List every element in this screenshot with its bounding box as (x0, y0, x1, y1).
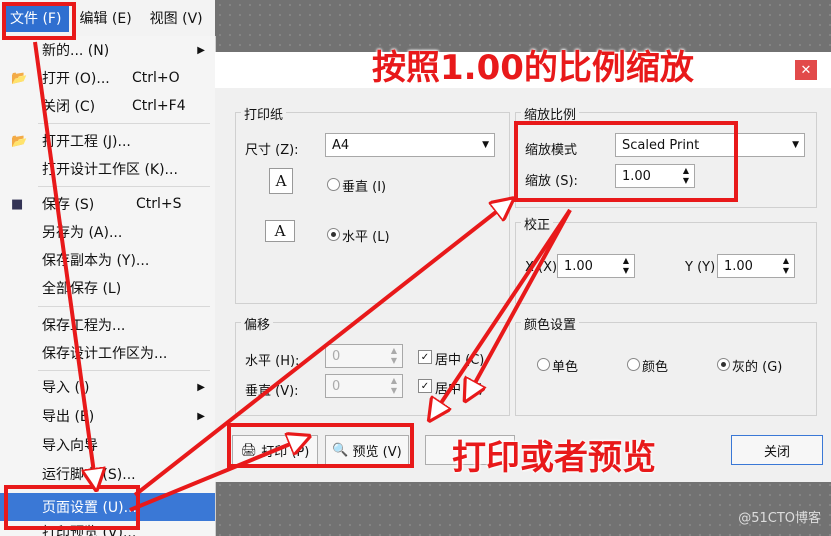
menu-item-import-wizard[interactable]: 导入向导 (0, 431, 215, 459)
menu-item-label: 新的... (N) (42, 43, 110, 59)
spin-arrows-icon[interactable]: ▲ ▼ (391, 346, 397, 366)
offset-group (235, 322, 510, 416)
menu-item-label: 保存 (S) (42, 197, 95, 213)
menu-item-label: 导入向导 (42, 438, 98, 454)
menu-item-open-project[interactable]: 📂 打开工程 (J)... (0, 127, 215, 155)
vertical-offset-value: 0 (332, 378, 341, 394)
shortcut-label: Ctrl+S (136, 196, 182, 212)
menu-item-label: 保存设计工作区为... (42, 346, 168, 362)
menu-item-import[interactable]: 导入 (I) ▶ (0, 373, 215, 401)
shortcut-label: Ctrl+O (132, 70, 180, 86)
menu-view[interactable]: 视图 (V) (142, 4, 211, 32)
menu-edit[interactable]: 编辑 (E) (71, 4, 139, 32)
mono-radio[interactable] (537, 358, 550, 371)
menu-item-label: 打开工程 (J)... (42, 134, 131, 150)
menu-separator (38, 186, 210, 187)
center-vertical-checkbox[interactable]: ✓ (418, 379, 432, 393)
chevron-down-icon: ▼ (792, 140, 799, 150)
x-value: 1.00 (564, 258, 593, 274)
mono-label: 单色 (552, 360, 579, 375)
vertical-offset-label: 垂直 (V): (245, 384, 299, 399)
horizontal-offset-spinbox[interactable]: 0 ▲ ▼ (325, 344, 403, 368)
watermark-text: @51CTO博客 (738, 511, 821, 526)
spin-arrows-icon[interactable]: ▲ ▼ (623, 256, 629, 276)
offset-group-title: 偏移 (241, 314, 274, 333)
correction-group-title: 校正 (521, 214, 554, 233)
folder-open-icon: 📂 (11, 70, 28, 86)
chevron-down-icon: ▼ (482, 140, 489, 150)
highlight-print-preview (227, 423, 414, 468)
center-vertical-label: 居中 (E) (435, 382, 484, 397)
menu-item-label: 保存工程为... (42, 318, 126, 334)
x-label: X (X) (525, 260, 558, 275)
gray-radio[interactable] (717, 358, 730, 371)
color-radio[interactable] (627, 358, 640, 371)
file-menu-dropdown: 新的... (N) ▶ 📂 打开 (O)... Ctrl+O 关闭 (C) Ct… (0, 36, 216, 536)
horizontal-offset-value: 0 (332, 348, 341, 364)
portrait-radio[interactable] (327, 178, 340, 191)
close-button[interactable]: 关闭 (731, 435, 823, 465)
x-spinbox[interactable]: 1.00 ▲ ▼ (557, 254, 635, 278)
menu-item-save-copy[interactable]: 保存副本为 (Y)... (0, 246, 215, 274)
menu-item-label: 另存为 (A)... (42, 225, 123, 241)
menu-item-label: 全部保存 (L) (42, 281, 122, 297)
menu-item-label: 关闭 (C) (42, 99, 96, 115)
menu-item-save-as[interactable]: 另存为 (A)... (0, 218, 215, 246)
submenu-arrow-icon: ▶ (197, 381, 205, 393)
spin-arrows-icon[interactable]: ▲ ▼ (391, 376, 397, 396)
menu-item-export[interactable]: 导出 (E) ▶ (0, 402, 215, 430)
highlight-file-menu (2, 2, 76, 40)
menu-item-label: 导出 (E) (42, 409, 95, 425)
portrait-label: 垂直 (I) (342, 180, 387, 195)
vertical-offset-spinbox[interactable]: 0 ▲ ▼ (325, 374, 403, 398)
menu-item-new[interactable]: 新的... (N) ▶ (0, 36, 215, 64)
menu-item-save-project[interactable]: 保存工程为... (0, 311, 215, 339)
menu-item-save-workspace[interactable]: 保存设计工作区为... (0, 339, 215, 367)
menu-item-open-workspace[interactable]: 打开设计工作区 (K)... (0, 155, 215, 183)
menu-separator (38, 370, 210, 371)
center-horizontal-label: 居中 (C) (435, 353, 485, 368)
page-setup-dialog: ✕ 打印纸 尺寸 (Z): A4 ▼ A 垂直 (I) A 水平 (L) 缩放比… (215, 52, 831, 482)
paper-size-select[interactable]: A4 ▼ (325, 133, 495, 157)
y-value: 1.00 (724, 258, 753, 274)
paper-size-value: A4 (332, 137, 350, 153)
gray-label: 灰的 (G) (732, 360, 783, 375)
center-horizontal-checkbox[interactable]: ✓ (418, 350, 432, 364)
menu-item-save-all[interactable]: 全部保存 (L) (0, 274, 215, 302)
menu-separator (38, 123, 210, 124)
paper-group-title: 打印纸 (241, 104, 287, 123)
menu-item-open[interactable]: 📂 打开 (O)... Ctrl+O (0, 64, 215, 92)
menu-item-close[interactable]: 关闭 (C) Ctrl+F4 (0, 92, 215, 120)
menu-item-label: 运行脚本 (S)... (42, 467, 136, 483)
annotation-print-text: 打印或者预览 (452, 438, 656, 478)
annotation-scale-text: 按照1.00的比例缩放 (372, 48, 694, 88)
submenu-arrow-icon: ▶ (197, 410, 205, 422)
menu-separator (38, 306, 210, 307)
floppy-disk-icon: ■ (11, 196, 24, 212)
menu-item-label: 保存副本为 (Y)... (42, 253, 150, 269)
portrait-page-icon: A (269, 168, 293, 194)
y-spinbox[interactable]: 1.00 ▲ ▼ (717, 254, 795, 278)
size-label: 尺寸 (Z): (245, 143, 299, 158)
spin-arrows-icon[interactable]: ▲ ▼ (783, 256, 789, 276)
menu-item-run-script[interactable]: 运行脚本 (S)... (0, 460, 215, 488)
close-button-label: 关闭 (763, 444, 790, 460)
horizontal-offset-label: 水平 (H): (245, 354, 300, 369)
color-label: 颜色 (642, 360, 669, 375)
menu-item-label: 打开 (O)... (42, 71, 110, 87)
menu-item-save[interactable]: ■ 保存 (S) Ctrl+S (0, 190, 215, 218)
highlight-scale-settings (514, 121, 738, 202)
landscape-radio[interactable] (327, 228, 340, 241)
menu-item-label: 打开设计工作区 (K)... (42, 162, 178, 178)
shortcut-label: Ctrl+F4 (132, 98, 186, 114)
menu-item-label: 导入 (I) (42, 380, 90, 396)
landscape-label: 水平 (L) (342, 230, 390, 245)
folder-open-icon: 📂 (11, 133, 28, 149)
close-icon[interactable]: ✕ (795, 60, 817, 80)
submenu-arrow-icon: ▶ (197, 44, 205, 56)
landscape-page-icon: A (265, 220, 295, 242)
color-settings-group-title: 颜色设置 (521, 314, 580, 333)
highlight-page-setup (4, 485, 140, 530)
y-label: Y (Y) (685, 260, 716, 275)
